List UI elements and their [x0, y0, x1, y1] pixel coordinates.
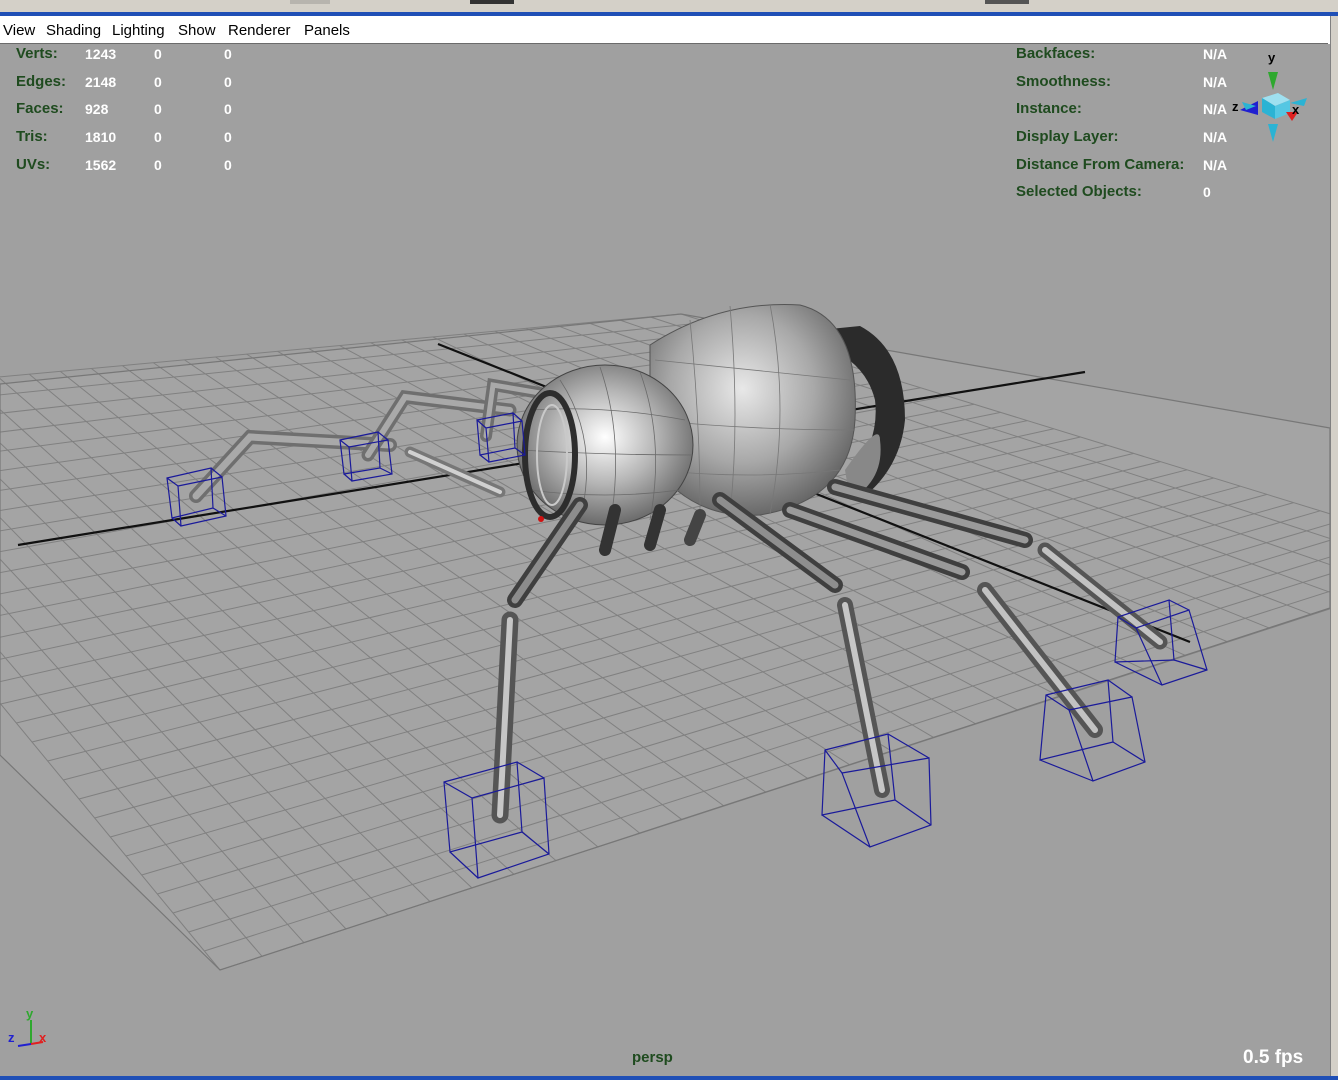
- menu-renderer[interactable]: Renderer: [228, 22, 291, 39]
- tris-component: 0: [224, 129, 232, 145]
- selected-objects-value: 0: [1203, 184, 1211, 200]
- perspective-viewport[interactable]: y z x y z x Verts: 1243 0 0 Edges: 2148 …: [0, 44, 1330, 1078]
- smoothness-value: N/A: [1203, 74, 1228, 90]
- selected-objects-label: Selected Objects:: [1016, 183, 1142, 200]
- backfaces-label: Backfaces:: [1016, 45, 1096, 62]
- verts-component: 0: [224, 46, 232, 62]
- menu-panels[interactable]: Panels: [304, 22, 350, 39]
- instance-label: Instance:: [1016, 100, 1082, 117]
- view-cube[interactable]: y z x: [1232, 50, 1307, 142]
- fps-display: 0.5 fps: [1243, 1047, 1304, 1068]
- menu-lighting[interactable]: Lighting: [112, 22, 165, 39]
- backfaces-value: N/A: [1203, 46, 1228, 62]
- maya-viewport-window: View Shading Lighting Show Renderer Pane…: [0, 0, 1338, 1080]
- view-cube-x-label: x: [1292, 102, 1300, 117]
- uvs-value: 1562: [85, 157, 117, 173]
- faces-value: 928: [85, 101, 109, 117]
- edges-component: 0: [224, 74, 232, 90]
- display-layer-value: N/A: [1203, 129, 1228, 145]
- display-layer-label: Display Layer:: [1016, 128, 1119, 145]
- menu-shading[interactable]: Shading: [46, 22, 101, 39]
- origin-axis-indicator: y z x: [8, 1006, 47, 1047]
- faces-component: 0: [224, 101, 232, 117]
- edges-value: 2148: [85, 74, 117, 90]
- origin-z-label: z: [8, 1030, 15, 1045]
- camera-name-label: persp: [632, 1049, 673, 1066]
- verts-label: Verts:: [16, 45, 58, 62]
- uvs-label: UVs:: [16, 156, 51, 173]
- tris-selected: 0: [154, 129, 162, 145]
- view-cube-z-label: z: [1232, 99, 1239, 114]
- tris-label: Tris:: [16, 128, 48, 145]
- menu-show[interactable]: Show: [178, 22, 216, 39]
- distance-from-camera-value: N/A: [1203, 157, 1228, 173]
- panel-right-edge: [1330, 16, 1338, 1078]
- view-cube-y-label: y: [1268, 50, 1276, 65]
- edges-label: Edges:: [16, 73, 67, 90]
- uvs-selected: 0: [154, 157, 162, 173]
- panel-menu-bar: View Shading Lighting Show Renderer Pane…: [0, 16, 1328, 44]
- origin-y-label: y: [26, 1006, 34, 1021]
- edges-selected: 0: [154, 74, 162, 90]
- smoothness-label: Smoothness:: [1016, 73, 1112, 90]
- uvs-component: 0: [224, 157, 232, 173]
- instance-value: N/A: [1203, 101, 1228, 117]
- panel-bottom-border: [0, 1076, 1338, 1080]
- tris-value: 1810: [85, 129, 117, 145]
- faces-label: Faces:: [16, 100, 64, 117]
- faces-selected: 0: [154, 101, 162, 117]
- origin-x-label: x: [39, 1030, 47, 1045]
- distance-from-camera-label: Distance From Camera:: [1016, 156, 1185, 173]
- verts-value: 1243: [85, 46, 117, 62]
- verts-selected: 0: [154, 46, 162, 62]
- menu-view[interactable]: View: [3, 22, 35, 39]
- top-toolbar-strip: [0, 0, 1338, 12]
